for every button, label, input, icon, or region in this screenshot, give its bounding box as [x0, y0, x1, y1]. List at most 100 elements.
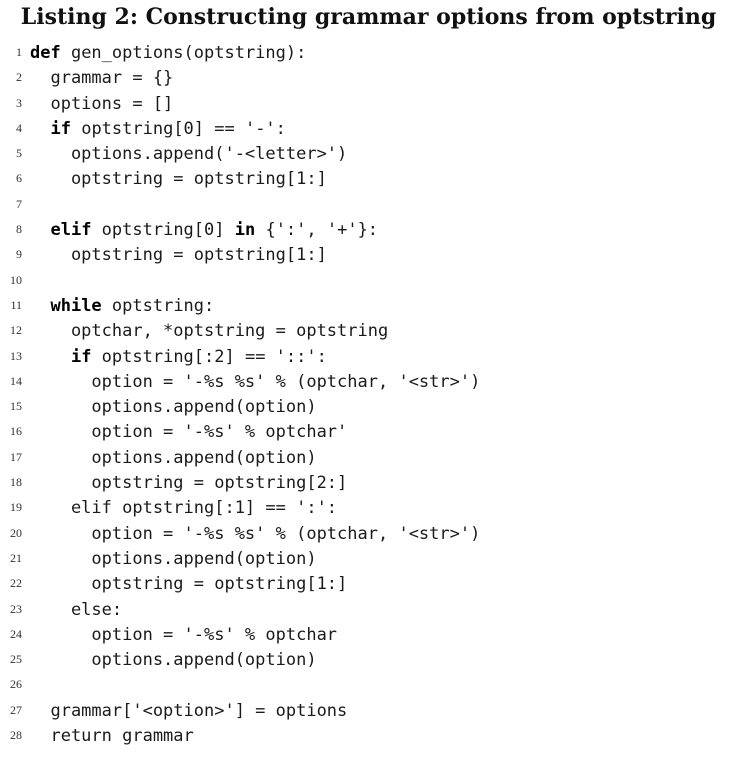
code-fragment: options.append(option) — [30, 397, 317, 418]
code-line: 24 option = '-%s' % optchar — [0, 623, 755, 648]
line-number: 19 — [10, 500, 22, 515]
line-number: 21 — [10, 550, 22, 565]
line-number: 10 — [10, 272, 22, 287]
code-line: 6 optstring = optstring[1:] — [0, 167, 755, 192]
code-line: 23 else: — [0, 598, 755, 623]
line-number: 12 — [10, 323, 22, 338]
code-fragment: elif optstring[:1] == ':': — [30, 498, 338, 519]
line-number: 4 — [16, 120, 22, 135]
code-line: 19 elif optstring[:1] == ':': — [0, 496, 755, 521]
line-number: 16 — [10, 424, 22, 439]
code-line: 25 options.append(option) — [0, 648, 755, 673]
code-fragment: options.append(option) — [30, 447, 317, 468]
code-line: 5 options.append('-<letter>') — [0, 142, 755, 167]
code-fragment: options.append(option) — [30, 650, 317, 671]
code-fragment: else: — [30, 599, 123, 620]
code-line: 11 while optstring: — [0, 294, 755, 319]
code-fragment: optstring[0] — [91, 220, 235, 241]
code-fragment: return grammar — [30, 726, 194, 747]
keyword: def — [30, 43, 61, 63]
code-line: 28 return grammar — [0, 724, 755, 749]
code-text: optstring = optstring[1:] — [30, 243, 327, 268]
code-text: grammar = {} — [30, 66, 173, 91]
line-number: 9 — [16, 247, 22, 262]
code-text: optchar, *optstring = optstring — [30, 319, 388, 344]
code-line: 18 optstring = optstring[2:] — [0, 471, 755, 496]
code-fragment: grammar['<option>'] = options — [30, 700, 348, 721]
code-line: 7 — [0, 193, 755, 218]
code-text: optstring = optstring[1:] — [30, 572, 347, 597]
code-fragment: optstring = optstring[1:] — [30, 245, 327, 266]
code-text: def gen_options(optstring): — [30, 41, 306, 66]
line-number: 22 — [10, 576, 22, 591]
code-text: grammar['<option>'] = options — [30, 699, 347, 724]
code-fragment — [30, 119, 50, 139]
code-text: if optstring[:2] == '::': — [30, 345, 327, 370]
keyword: while — [50, 295, 102, 316]
listing-caption: Listing 2: Constructing grammar options … — [20, 4, 717, 30]
code-text: option = '-%s' % optchar — [30, 623, 337, 648]
code-fragment: option = '-%s %s' % (optchar, '<str>') — [30, 371, 481, 392]
line-number: 20 — [10, 525, 22, 540]
line-number: 25 — [10, 652, 22, 667]
code-fragment: option = '-%s' % optchar' — [30, 422, 348, 443]
keyword: if — [70, 346, 92, 367]
code-text: options.append('-<letter>') — [30, 142, 347, 167]
line-number: 11 — [10, 297, 22, 312]
code-fragment: option = '-%s %s' % (optchar, '<str>') — [30, 523, 481, 544]
code-line: 10 — [0, 269, 755, 294]
line-number: 7 — [16, 196, 22, 211]
code-fragment: optstring = optstring[2:] — [30, 473, 348, 494]
code-line: 9 optstring = optstring[1:] — [0, 243, 755, 268]
line-number: 18 — [10, 475, 22, 490]
code-line: 13 if optstring[:2] == '::': — [0, 345, 755, 370]
code-line: 20 option = '-%s %s' % (optchar, '<str>'… — [0, 522, 755, 547]
line-number: 15 — [10, 399, 22, 414]
code-line: 21 options.append(option) — [0, 547, 755, 572]
code-line: 3 options = [] — [0, 92, 755, 117]
code-listing: Listing 2: Constructing grammar options … — [0, 0, 755, 759]
code-fragment: optchar, *optstring = optstring — [30, 321, 389, 342]
code-fragment: optstring[:2] == '::': — [91, 346, 327, 367]
code-text: return grammar — [30, 724, 194, 749]
code-line: 26 — [0, 673, 755, 698]
code-fragment: {':', '+'}: — [255, 220, 379, 241]
code-text: option = '-%s %s' % (optchar, '<str>') — [30, 522, 480, 547]
code-fragment: option = '-%s' % optchar — [30, 624, 338, 645]
code-text: elif optstring[0] in {':', '+'}: — [30, 218, 378, 243]
code-fragment: optstring: — [101, 295, 215, 316]
code-fragment: options.append(option) — [30, 548, 317, 569]
keyword: elif — [50, 220, 92, 241]
code-text: elif optstring[:1] == ':': — [30, 496, 337, 521]
code-line: 22 optstring = optstring[1:] — [0, 572, 755, 597]
code-text: if optstring[0] == '-': — [30, 117, 286, 142]
line-number: 1 — [16, 45, 22, 59]
code-line: 15 options.append(option) — [0, 395, 755, 420]
code-fragment — [30, 347, 71, 367]
line-number: 27 — [10, 702, 22, 717]
code-text: optstring = optstring[2:] — [30, 471, 347, 496]
code-text: else: — [30, 598, 122, 623]
code-block: 1 def gen_options(optstring): 2 grammar = … — [0, 41, 755, 749]
line-number: 24 — [10, 626, 22, 641]
line-number: 6 — [16, 171, 22, 186]
code-text: option = '-%s' % optchar' — [30, 420, 347, 445]
code-line: 2 grammar = {} — [0, 66, 755, 91]
code-fragment: optstring[0] == '-': — [70, 118, 286, 139]
line-number: 8 — [16, 222, 22, 237]
code-line: 16 option = '-%s' % optchar' — [0, 420, 755, 445]
code-text: option = '-%s %s' % (optchar, '<str>') — [30, 370, 480, 395]
line-number: 3 — [16, 95, 22, 110]
line-number: 14 — [10, 373, 22, 388]
code-fragment: optstring = optstring[1:] — [30, 574, 348, 595]
keyword: in — [234, 220, 256, 241]
code-text: options = [] — [30, 92, 173, 117]
line-number: 5 — [16, 146, 22, 161]
code-fragment: options = [] — [30, 93, 174, 114]
code-fragment: gen_options(optstring): — [60, 43, 307, 63]
code-fragment — [30, 296, 50, 316]
code-text: optstring = optstring[1:] — [30, 167, 327, 192]
code-line: 14 option = '-%s %s' % (optchar, '<str>'… — [0, 370, 755, 395]
line-number: 17 — [10, 449, 22, 464]
code-text: while optstring: — [30, 294, 214, 319]
